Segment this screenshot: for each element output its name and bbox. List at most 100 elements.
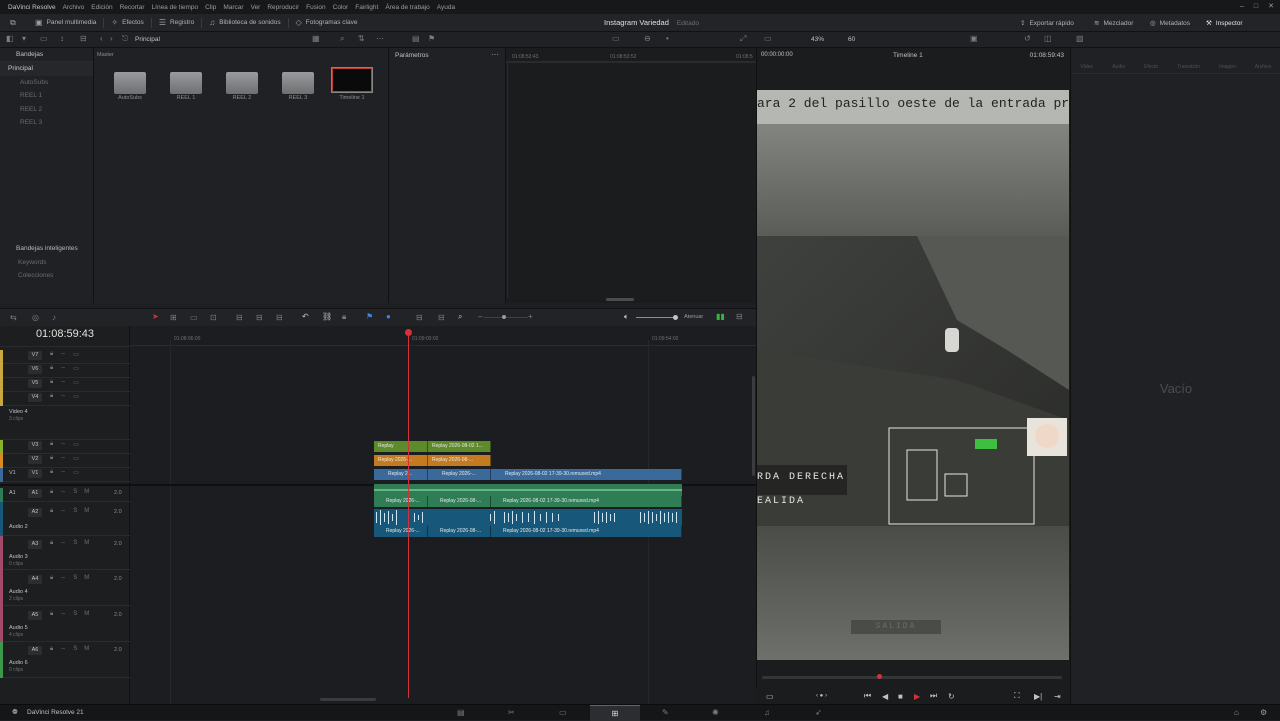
lock-track-icon[interactable]: 🔒︎ [50,575,53,582]
mute-icon[interactable]: M [84,489,89,496]
nav-back-icon[interactable]: ‹ [100,34,103,43]
next-edit-icon[interactable]: ▶| [1034,692,1042,701]
menu-clip[interactable]: Clip [205,4,216,11]
smart-bin-collections[interactable]: Colecciones [0,269,94,283]
lock-track-icon[interactable]: 🔒︎ [50,611,53,618]
flag-blue-icon[interactable]: ⚑ [366,312,373,321]
trim-tool-icon[interactable]: ⊞ [170,313,177,322]
solo-icon[interactable]: S [73,611,77,618]
menu-edicion[interactable]: Edición [91,4,112,11]
insert-icon[interactable]: ⊟ [236,313,243,322]
clip-v2-2[interactable]: Replay 2026-08-... [428,455,491,466]
clip-a2-1[interactable]: Replay 2026-... [374,526,428,537]
home-icon[interactable]: ⌂ [1234,708,1239,717]
timeline-playhead[interactable] [408,330,409,698]
minimize-icon[interactable]: – [1240,0,1244,14]
lock-icon[interactable]: 🔒︎ [342,312,346,322]
mute-icon[interactable]: M [84,540,89,547]
visibility-icon[interactable]: ▭ [73,441,79,448]
mute-icon[interactable]: M [84,575,89,582]
audio-track-icon[interactable]: ♪ [52,313,56,322]
overwrite-icon[interactable]: ⊟ [256,313,263,322]
fairlight-page-icon[interactable]: ♫ [764,708,770,717]
clip-v2-1[interactable]: Replay 2026-... [374,455,428,466]
tab-image[interactable]: Imagen [1219,64,1236,70]
grid-overlay-icon[interactable]: ▣ [970,34,978,43]
clip-folder-reel3[interactable]: REEL 3 [282,70,314,101]
view-options-icon[interactable]: ▭ [40,34,48,43]
viewer-scrubber[interactable] [762,676,1062,679]
deliver-page-icon[interactable]: ➶ [815,708,822,717]
clip-v1-3[interactable]: Replay 2026-08-02 17-39-30.remuxed.mp4 [491,469,682,480]
clip-a2-2[interactable]: Replay 2026-08-... [428,526,491,537]
sort-list-icon[interactable]: ⇅ [358,34,365,43]
visibility-icon[interactable]: ▭ [73,469,79,476]
timeline-page-icon[interactable]: ⊞ [590,705,640,721]
lock-track-icon[interactable]: 🔒︎ [50,455,53,462]
solo-icon[interactable]: S [73,508,77,515]
viewer-options-icon[interactable]: ▭ [766,692,774,701]
lock-track-icon[interactable]: 🔒︎ [50,469,53,476]
sort-icon[interactable]: ↕ [60,34,64,43]
clip-timeline1[interactable]: Timeline 1 [331,67,373,101]
auto-select-icon[interactable]: ⇔ [60,575,66,582]
quick-export-button[interactable]: ⇪ Exportar rápido [1020,14,1074,32]
cut-page-icon[interactable]: ✂ [508,708,515,717]
link-icon[interactable]: ⛓ [322,312,332,321]
auto-select-icon[interactable]: ⇔ [60,441,66,448]
bin-autosubs[interactable]: AutoSubs [0,76,93,90]
auto-select-icon[interactable]: ⇔ [60,351,66,358]
viewer-timeline-name[interactable]: Timeline 1 [893,52,923,59]
loop-playback-icon[interactable]: ↻ [948,692,955,701]
bin-reel2[interactable]: REEL 2 [0,103,93,117]
maximize-icon[interactable]: □ [1254,0,1258,14]
bin-reel1[interactable]: REEL 1 [0,89,93,103]
solo-icon[interactable]: S [73,540,77,547]
mute-icon[interactable]: M [84,508,89,515]
menu-ver[interactable]: Ver [251,4,261,11]
media-panel-button[interactable]: ▣ Panel multimedia [28,14,103,32]
smart-bins-header[interactable]: Bandejas inteligentes [0,242,94,256]
zoom-full-icon[interactable]: ⊟ [416,313,423,322]
loop-icon[interactable]: ↺ [1024,34,1031,43]
stop-icon[interactable]: ■ [898,692,903,701]
volume-knob[interactable] [673,315,678,320]
auto-select-icon[interactable]: ⇔ [60,365,66,372]
metadata-button[interactable]: ◎ Metadatos [1150,14,1190,32]
bin-principal[interactable]: Principal [0,62,93,76]
grid-view-icon[interactable]: ▦ [312,34,320,43]
sound-library-button[interactable]: ♫ Biblioteca de sonidos [202,14,287,32]
lock-track-icon[interactable]: 🔒︎ [50,540,53,547]
tab-video[interactable]: Video [1081,64,1094,70]
clip-a2-3[interactable]: Replay 2026-08-02 17-39-30.remuxed.mp4 [491,526,682,537]
clip-folder-reel1[interactable]: REEL 1 [170,70,202,101]
lock-track-icon[interactable]: 🔒︎ [50,365,53,372]
mixer-button[interactable]: ≋ Mezclador [1094,14,1133,32]
solo-icon[interactable]: S [73,489,77,496]
visibility-icon[interactable]: ▭ [73,379,79,386]
timeline-options-icon[interactable]: ⊟ [736,312,743,321]
viewer-mode-icon[interactable]: ▭ [764,34,772,43]
fusion-page-icon[interactable]: ✎ [662,708,669,717]
inspector-button[interactable]: ⚒ Inspector [1206,14,1243,32]
menu-color[interactable]: Color [333,4,349,11]
audio-meter-icon[interactable]: ▮▮ [716,312,725,321]
tab-audio[interactable]: Audio [1112,64,1125,70]
viewer-playhead[interactable] [877,674,882,679]
menu-fairlight[interactable]: Fairlight [355,4,378,11]
timeline-vscroll[interactable] [752,376,755,476]
clip-a1-2[interactable]: Replay 2026-08-... [428,496,491,507]
mute-icon[interactable]: M [84,611,89,618]
clip-v3-1[interactable]: Replay [374,441,428,452]
play-reverse-icon[interactable]: ◀ [882,692,888,701]
volume-slider[interactable] [636,317,674,318]
lock-track-icon[interactable]: 🔒︎ [50,508,53,515]
search-icon[interactable]: ⌕ [340,34,344,44]
lock-track-icon[interactable]: 🔒︎ [50,441,53,448]
media-page-icon[interactable]: ▤ [457,708,465,717]
solo-icon[interactable]: S [73,646,77,653]
zoom-minus-icon[interactable]: – [478,312,482,321]
nav-forward-icon[interactable]: › [110,34,113,43]
tab-effect[interactable]: Efecto [1144,64,1158,70]
menu-marcar[interactable]: Marcar [223,4,243,11]
